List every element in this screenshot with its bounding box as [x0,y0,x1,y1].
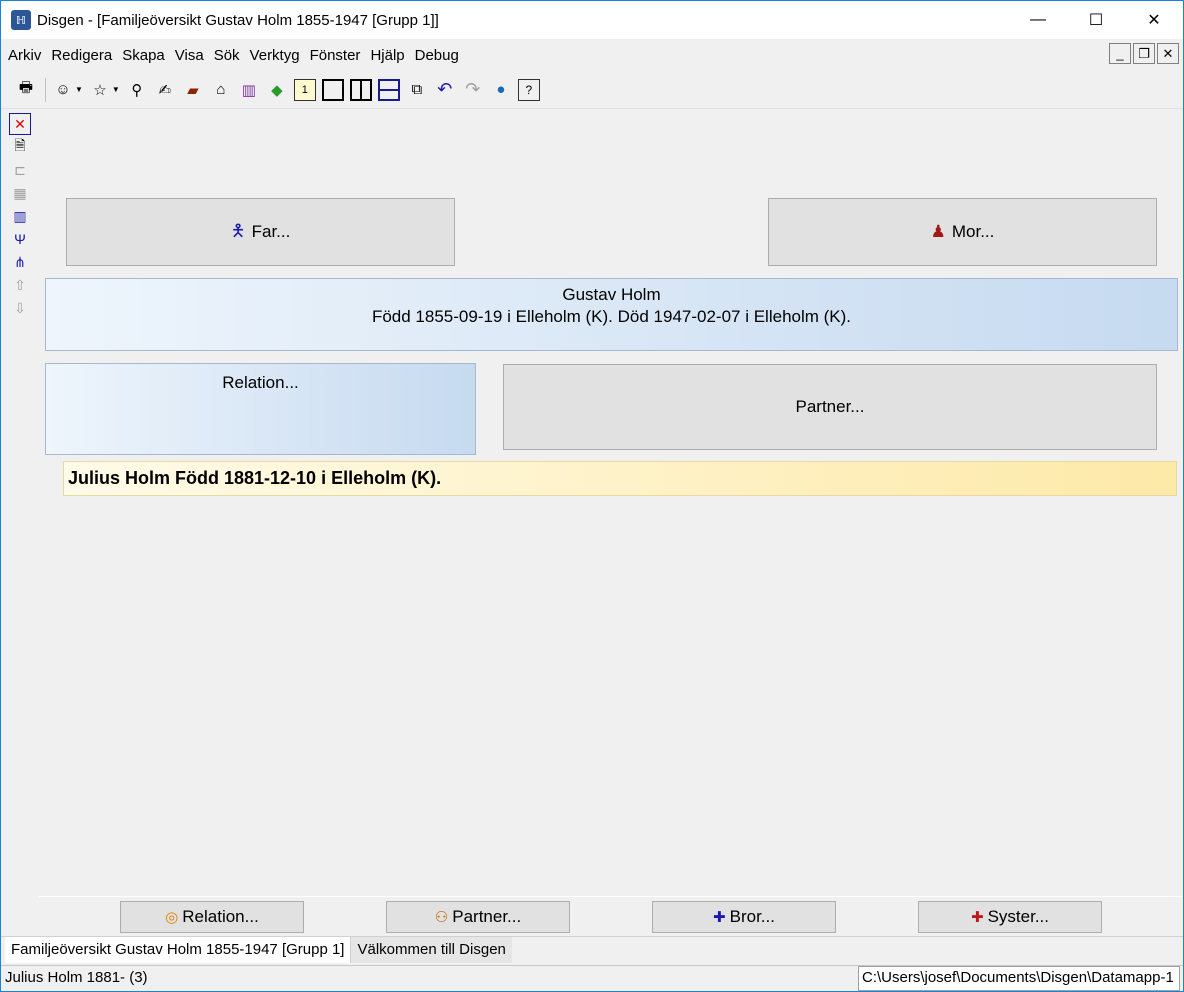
document-icon[interactable]: 🗎 [9,136,31,158]
mdi-controls: _ ❐ ✕ [1109,43,1179,64]
window-controls: — ☐ ✕ [1009,1,1183,39]
female-person-icon: ♟ [930,222,946,241]
mdi-restore-button[interactable]: ❐ [1133,43,1155,64]
home-icon[interactable]: ⌂ [210,79,232,101]
toolbar: 🖶 ☺ ▼ ☆ ▼ ⚲ ✍ ▰ ⌂ ▥ ◆ 1 ⧉ ↶ ↷ ● ? [1,71,1183,109]
redo-icon[interactable]: ↷ [462,79,484,101]
add-relation-label: Relation... [182,907,259,926]
menu-verktyg[interactable]: Verktyg [245,47,305,64]
add-partner-button[interactable]: ⚇ Partner... [386,901,570,933]
tree-icon[interactable]: ⊏ [9,159,31,181]
hand-icon[interactable]: ✍ [154,79,176,101]
window-single-icon[interactable] [321,78,344,101]
mdi-minimize-button[interactable]: _ [1109,43,1131,64]
window-cascade-icon[interactable]: ⧉ [406,79,428,101]
menu-sok[interactable]: Sök [209,47,245,64]
help-icon[interactable]: ? [517,78,540,101]
map-icon[interactable]: ◆ [266,79,288,101]
status-data-path: C:\Users\josef\Documents\Disgen\Datamapp… [858,966,1180,991]
globe-icon[interactable]: ● [490,79,512,101]
books-icon[interactable]: ▥ [238,79,260,101]
relation-label: Relation... [222,373,299,392]
father-button-label: Far... [251,222,291,241]
child-row[interactable]: Julius Holm Född 1881-12-10 i Elleholm (… [63,461,1177,496]
mother-button[interactable]: ♟ Mor... [768,198,1157,266]
calendar-icon[interactable]: 1 [293,78,316,101]
close-button[interactable]: ✕ [1125,1,1183,39]
menu-arkiv[interactable]: Arkiv [3,47,46,64]
menu-debug[interactable]: Debug [410,47,464,64]
menu-visa[interactable]: Visa [170,47,209,64]
search-person-dropdown-icon[interactable]: ▼ [112,85,120,94]
title-bar: ℍ Disgen - [Familjeöversikt Gustav Holm … [1,1,1183,39]
status-bar: Julius Holm 1881- (3) C:\Users\josef\Doc… [1,965,1183,991]
main-person-name: Gustav Holm [562,285,661,304]
mdi-close-button[interactable]: ✕ [1157,43,1179,64]
child-label: Julius Holm Född 1881-12-10 i Elleholm (… [68,468,442,488]
document-tabs: Familjeöversikt Gustav Holm 1855-1947 [G… [1,936,1183,964]
person-icon[interactable]: ☺ [52,79,74,101]
couple-icon: ⚇ [434,909,449,926]
add-male-icon: ✚ [713,909,726,926]
binoculars-icon[interactable]: ⚲ [126,79,148,101]
person-dropdown-icon[interactable]: ▼ [75,85,83,94]
father-button[interactable]: 🯅 Far... [66,198,455,266]
window-split-vertical-icon[interactable] [349,78,372,101]
toolbar-separator [45,77,46,102]
columns-icon[interactable]: ▥ [9,205,31,227]
app-window: ℍ Disgen - [Familjeöversikt Gustav Holm … [0,0,1184,992]
maximize-button[interactable]: ☐ [1067,1,1125,39]
partner-button[interactable]: Partner... [503,364,1157,450]
mother-button-label: Mor... [951,222,995,241]
partner-button-label: Partner... [795,397,865,416]
rings-icon: ◎ [165,909,179,926]
relation-panel[interactable]: Relation... [45,363,476,455]
add-brother-button[interactable]: ✚ Bror... [652,901,836,933]
print-icon[interactable]: 🖶 [15,79,37,101]
minimize-button[interactable]: — [1009,1,1067,39]
add-sister-label: Syster... [987,907,1049,926]
add-brother-label: Bror... [729,907,775,926]
male-person-icon: 🯅 [230,220,246,240]
main-person-panel[interactable]: Gustav Holm Född 1855-09-19 i Elleholm (… [45,278,1178,351]
menu-hjalp[interactable]: Hjälp [365,47,409,64]
menu-bar: Arkiv Redigera Skapa Visa Sök Verktyg Fö… [1,39,1183,71]
window-title: Disgen - [Familjeöversikt Gustav Holm 18… [37,11,439,29]
status-selected-person: Julius Holm 1881- (3) [5,969,148,986]
move-down-icon[interactable]: ⇩ [9,297,31,319]
menu-redigera[interactable]: Redigera [46,47,117,64]
move-up-icon[interactable]: ⇧ [9,274,31,296]
main-person-details: Född 1855-09-19 i Elleholm (K). Död 1947… [371,307,852,326]
book-icon[interactable]: ▰ [182,79,204,101]
add-relation-button[interactable]: ◎ Relation... [120,901,304,933]
ancestors-icon[interactable]: Ψ [9,228,31,250]
app-logo-icon[interactable]: ℍ [11,10,31,30]
tab-welcome[interactable]: Välkommen till Disgen [350,937,512,963]
tab-family-overview[interactable]: Familjeöversikt Gustav Holm 1855-1947 [G… [5,937,351,963]
search-person-icon[interactable]: ☆ [89,79,111,101]
add-sister-button[interactable]: ✚ Syster... [918,901,1102,933]
tree-grid-icon[interactable]: ▦ [9,182,31,204]
menu-fonster[interactable]: Fönster [305,47,366,64]
add-female-icon: ✚ [971,909,984,926]
menu-skapa[interactable]: Skapa [117,47,170,64]
side-toolbar: ✕ 🗎 ⊏ ▦ ▥ Ψ ⋔ ⇧ ⇩ [7,113,33,320]
delete-icon[interactable]: ✕ [9,113,31,135]
add-partner-label: Partner... [452,907,522,926]
descendants-icon[interactable]: ⋔ [9,251,31,273]
window-split-horizontal-icon[interactable] [377,78,400,101]
undo-icon[interactable]: ↶ [434,79,456,101]
